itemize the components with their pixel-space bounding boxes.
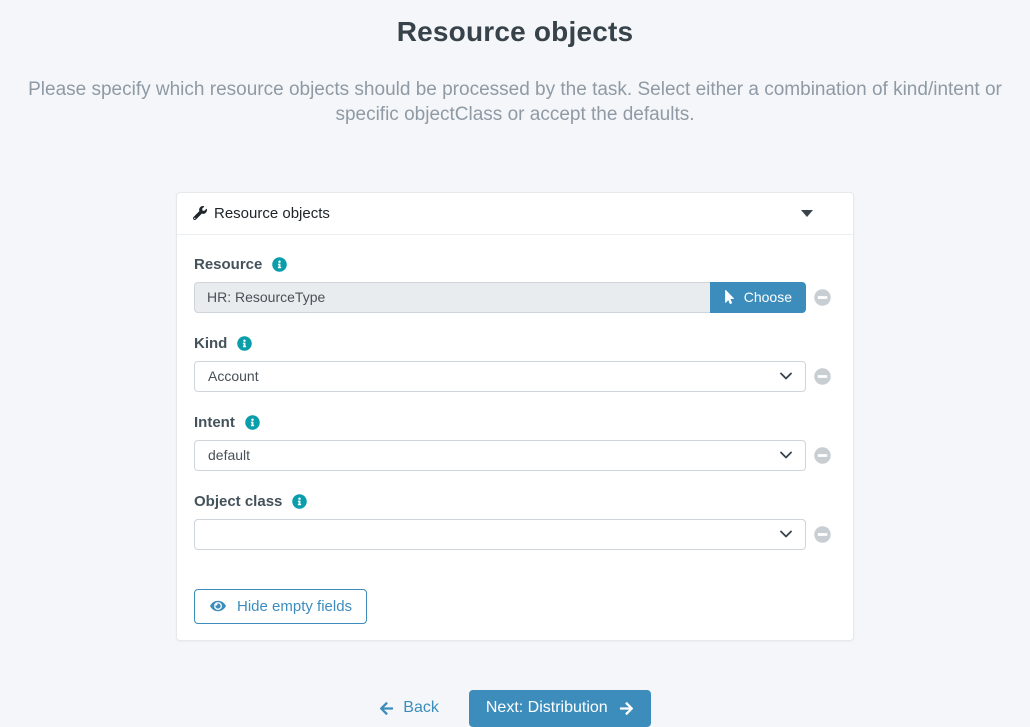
intent-control-row: default bbox=[194, 440, 836, 471]
object-class-label-row: Object class bbox=[194, 493, 836, 510]
caret-down-icon[interactable] bbox=[801, 210, 813, 217]
back-button[interactable]: Back bbox=[379, 699, 439, 717]
next-distribution-button[interactable]: Next: Distribution bbox=[469, 690, 651, 727]
resource-control-row: HR: ResourceType Choose bbox=[194, 282, 836, 313]
kind-select[interactable]: Account bbox=[194, 361, 806, 392]
chevron-down-icon bbox=[780, 530, 792, 538]
info-circle-icon[interactable] bbox=[292, 494, 307, 509]
back-button-label: Back bbox=[403, 699, 439, 717]
resource-label: Resource bbox=[194, 256, 262, 273]
minus-circle-icon[interactable] bbox=[814, 526, 831, 543]
intent-select[interactable]: default bbox=[194, 440, 806, 471]
intent-selected-value: default bbox=[208, 447, 250, 463]
resource-value-input[interactable]: HR: ResourceType bbox=[194, 282, 710, 313]
page-subtitle: Please specify which resource objects sh… bbox=[0, 77, 1030, 128]
kind-selected-value: Account bbox=[208, 368, 259, 384]
intent-label-row: Intent bbox=[194, 414, 836, 431]
chevron-down-icon bbox=[780, 372, 792, 380]
object-class-field: Object class bbox=[194, 493, 836, 550]
choose-button[interactable]: Choose bbox=[710, 282, 806, 313]
wizard-footer: Back Next: Distribution bbox=[0, 690, 1030, 727]
object-class-select[interactable] bbox=[194, 519, 806, 550]
info-circle-icon[interactable] bbox=[245, 415, 260, 430]
intent-field: Intent default bbox=[194, 414, 836, 471]
choose-button-label: Choose bbox=[744, 289, 792, 305]
intent-label: Intent bbox=[194, 414, 235, 431]
kind-field: Kind Account bbox=[194, 335, 836, 392]
hide-empty-fields-button[interactable]: Hide empty fields bbox=[194, 589, 367, 624]
object-class-label: Object class bbox=[194, 493, 282, 510]
resource-field: Resource HR: ResourceType Choose bbox=[194, 256, 836, 313]
resource-input-group: HR: ResourceType Choose bbox=[194, 282, 806, 313]
panel-header[interactable]: Resource objects bbox=[177, 193, 853, 235]
chevron-down-icon bbox=[780, 451, 792, 459]
resource-objects-panel: Resource objects Resource HR: ResourceTy… bbox=[176, 192, 854, 641]
panel-title: Resource objects bbox=[214, 205, 330, 222]
minus-circle-icon[interactable] bbox=[814, 447, 831, 464]
info-circle-icon[interactable] bbox=[237, 336, 252, 351]
next-button-label: Next: Distribution bbox=[486, 699, 608, 717]
resource-label-row: Resource bbox=[194, 256, 836, 273]
wrench-icon bbox=[193, 206, 207, 220]
hide-empty-fields-label: Hide empty fields bbox=[237, 598, 352, 615]
mouse-pointer-icon bbox=[724, 290, 735, 304]
panel-body: Resource HR: ResourceType Choose bbox=[177, 235, 853, 640]
page-title: Resource objects bbox=[0, 16, 1030, 48]
minus-circle-icon[interactable] bbox=[814, 368, 831, 385]
eye-icon bbox=[209, 599, 227, 613]
object-class-control-row bbox=[194, 519, 836, 550]
minus-circle-icon[interactable] bbox=[814, 289, 831, 306]
kind-label-row: Kind bbox=[194, 335, 836, 352]
info-circle-icon[interactable] bbox=[272, 257, 287, 272]
kind-control-row: Account bbox=[194, 361, 836, 392]
arrow-left-icon bbox=[379, 701, 394, 716]
kind-label: Kind bbox=[194, 335, 227, 352]
arrow-right-icon bbox=[619, 701, 634, 716]
